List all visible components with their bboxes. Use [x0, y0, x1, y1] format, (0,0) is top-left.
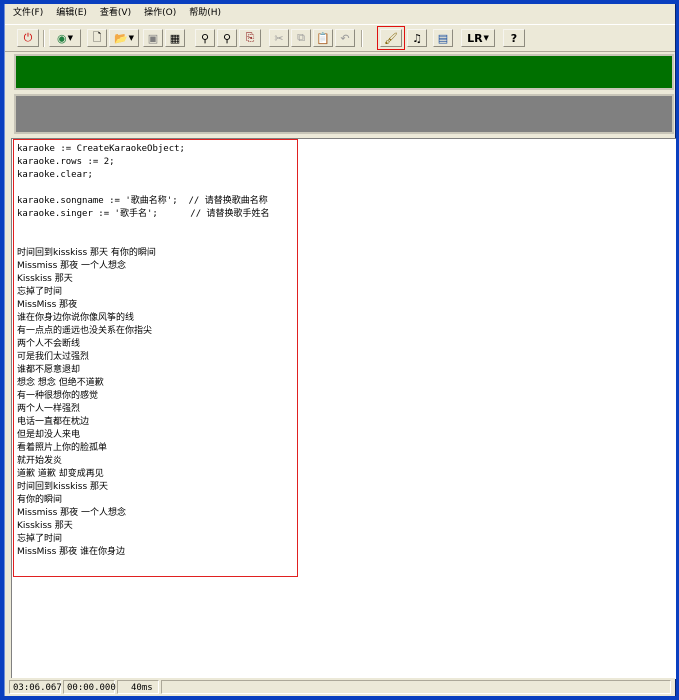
find-next-button[interactable]: ⚲ [217, 29, 237, 47]
binoculars-icon: ⚲ [200, 31, 210, 45]
total-time: 03:06.067 [9, 680, 62, 694]
new-file-button[interactable]: 🗋 [87, 29, 107, 47]
code-line: 有一点点的遥远也没关系在你指尖 [17, 326, 153, 336]
chevron-down-icon: ▼ [483, 34, 489, 42]
new-file-icon: 🗋 [92, 30, 102, 44]
save-all-button[interactable]: ▦ [165, 29, 185, 47]
replace-button[interactable]: ⎘ [239, 29, 261, 47]
menu-bar: 文件(F) 编辑(E) 查看(V) 操作(O) 帮助(H) [5, 4, 675, 23]
display-icon: ▤ [437, 31, 449, 45]
code-line: karaoke.clear; [17, 170, 93, 180]
lr-label: LR [467, 31, 483, 45]
status-bar: 03:06.067 00:00.000 40ms [5, 678, 675, 696]
menu-action[interactable]: 操作(O) [139, 4, 181, 23]
help-button[interactable]: ? [503, 29, 525, 47]
toolbar-separator [361, 30, 363, 47]
code-line: 忘掉了时间 [17, 534, 63, 544]
code-line: 电话一直都在枕边 [17, 417, 90, 427]
find-button[interactable]: ⚲ [195, 29, 215, 47]
menu-help[interactable]: 帮助(H) [184, 4, 226, 23]
script-editor[interactable]: karaoke := CreateKaraokeObject; karaoke.r… [11, 138, 676, 679]
script-text: karaoke := CreateKaraokeObject; karaoke.r… [17, 143, 270, 559]
copy-button[interactable]: ⧉ [291, 29, 311, 47]
singer-icon: ♫ [412, 31, 422, 45]
code-line: 有你的瞬间 [17, 495, 63, 505]
scissors-icon: ✂ [274, 31, 284, 45]
menu-view[interactable]: 查看(V) [95, 4, 136, 23]
code-line: 时间回到kisskiss 那天 有你的瞬间 [17, 248, 156, 258]
code-line: 道歉 道歉 却变成再见 [17, 469, 104, 479]
code-line: 可是我们太过强烈 [17, 352, 90, 362]
folder-icon: 📂 [113, 31, 128, 45]
open-folder-button[interactable]: 📂 ▼ [109, 29, 139, 47]
stop-icon: ⏻ [23, 31, 33, 44]
frame-interval: 40ms [117, 680, 159, 694]
web-globe-button[interactable]: ◉ ▼ [49, 29, 81, 47]
replace-icon: ⎘ [245, 31, 255, 44]
code-line: karaoke.singer := '歌手名'; // 请替换歌手姓名 [17, 209, 270, 219]
code-line: Kisskiss 那天 [17, 521, 73, 531]
undo-icon: ↶ [340, 31, 350, 45]
code-line: 两个人不会断线 [17, 339, 81, 349]
current-position: 00:00.000 [63, 680, 116, 694]
clipboard-icon: 📋 [316, 31, 330, 45]
code-line: 就开始发炎 [17, 456, 63, 466]
run-script-button[interactable]: 🖌 [377, 26, 405, 50]
paste-button[interactable]: 📋 [313, 29, 333, 47]
save-button[interactable]: ▣ [143, 29, 163, 47]
toolbar-separator [43, 30, 45, 47]
karaoke-preview-panel [14, 54, 674, 90]
code-line: 有一种很想你的感觉 [17, 391, 99, 401]
brush-icon: 🖌 [384, 31, 398, 45]
preview-display-button[interactable]: ▤ [433, 29, 453, 47]
script-highlight-box: karaoke := CreateKaraokeObject; karaoke.r… [13, 139, 298, 577]
code-line: karaoke.songname := '歌曲名称'; // 请替换歌曲名称 [17, 196, 268, 206]
code-line: MissMiss 那夜 谁在你身边 [17, 547, 126, 557]
globe-icon: ◉ [57, 31, 67, 45]
code-line: 谁都不愿意退却 [17, 365, 81, 375]
cut-button[interactable]: ✂ [269, 29, 289, 47]
application-window: 文件(F) 编辑(E) 查看(V) 操作(O) 帮助(H) ⏻ ◉ ▼ 🗋 📂 ▼ … [4, 4, 676, 696]
code-line: karaoke.rows := 2; [17, 157, 115, 167]
code-line: 时间回到kisskiss 那天 [17, 482, 109, 492]
menu-edit[interactable]: 编辑(E) [51, 4, 92, 23]
code-line: 谁在你身边你说你像风筝的线 [17, 313, 135, 323]
code-line: 但是却没人来电 [17, 430, 81, 440]
status-message [161, 680, 671, 694]
code-line: Missmiss 那夜 一个人想念 [17, 261, 127, 271]
code-line: karaoke := CreateKaraokeObject; [17, 144, 185, 154]
code-line: 想念 想念 但绝不道歉 [17, 378, 104, 388]
stop-red-button[interactable]: ⏻ [17, 29, 39, 47]
lyrics-timeline-panel [14, 94, 674, 134]
save-all-icon: ▦ [169, 31, 181, 45]
karaoke-singer-button[interactable]: ♫ [407, 29, 427, 47]
copy-icon: ⧉ [297, 31, 305, 44]
toolbar: ⏻ ◉ ▼ 🗋 📂 ▼ ▣ ▦ ⚲ ⚲ ⎘ ✂ ⧉ 📋 ↶ 🖌 ♫ ▤ LR ▼ ? [5, 24, 675, 52]
save-icon: ▣ [147, 31, 159, 45]
help-pointer-icon: ? [510, 31, 518, 45]
code-line: 看着照片上你的脸孤单 [17, 443, 108, 453]
find-next-icon: ⚲ [222, 31, 232, 45]
undo-button[interactable]: ↶ [335, 29, 355, 47]
chevron-down-icon: ▼ [67, 34, 73, 42]
chevron-down-icon: ▼ [128, 34, 135, 42]
code-line: MissMiss 那夜 [17, 300, 78, 310]
code-line: 两个人一样强烈 [17, 404, 81, 414]
menu-file[interactable]: 文件(F) [8, 4, 48, 23]
code-line: 忘掉了时间 [17, 287, 63, 297]
lr-channel-button[interactable]: LR ▼ [461, 29, 495, 47]
code-line: Kisskiss 那天 [17, 274, 73, 284]
code-line: Missmiss 那夜 一个人想念 [17, 508, 127, 518]
